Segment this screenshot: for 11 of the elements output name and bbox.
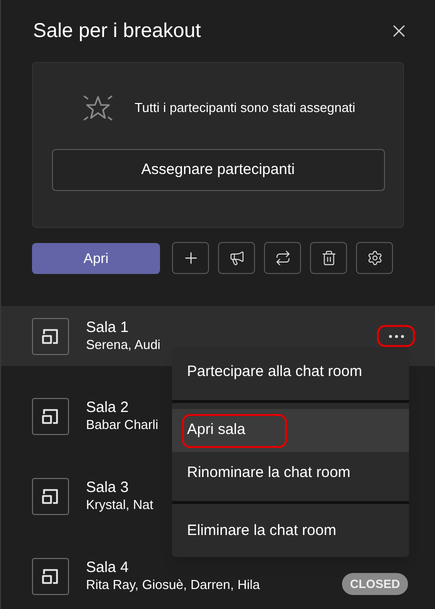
room-name: Sala 3	[86, 478, 130, 498]
room-participants: Rita Ray, Giosuè, Darren, Hila	[86, 577, 260, 594]
room-name: Sala 4	[86, 558, 130, 578]
room-participants: Serena, Audi	[86, 337, 160, 354]
room-name: Sala 1	[86, 318, 130, 338]
assigned-message: Tutti i partecipanti sono stati assegnati	[134, 99, 356, 118]
room-participants: Babar Charli	[86, 417, 158, 434]
room-name: Sala 2	[86, 398, 130, 418]
status-badge: CLOSED	[342, 573, 408, 595]
room-participants: Krystal, Nat	[86, 497, 154, 514]
panel-title: Sale per i breakout	[33, 19, 201, 44]
